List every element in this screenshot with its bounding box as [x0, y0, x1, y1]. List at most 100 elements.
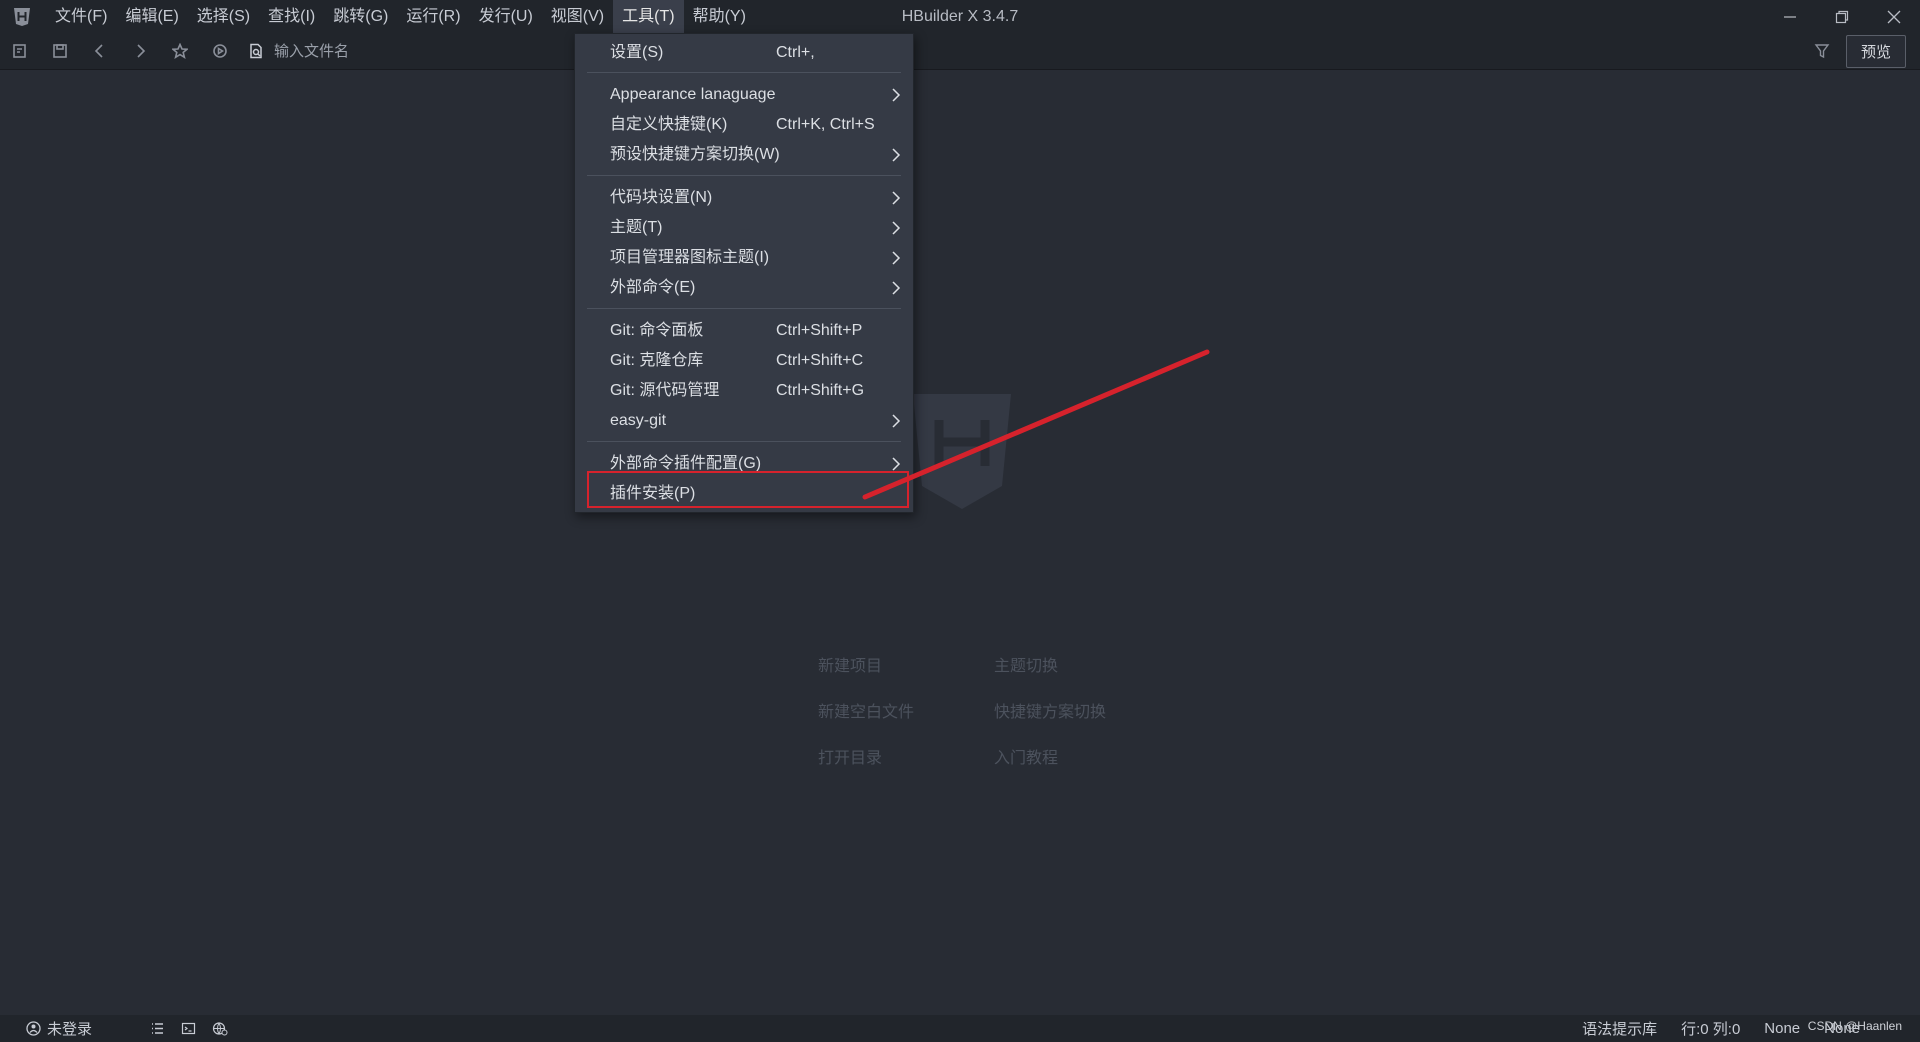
menu-item-snippets[interactable]: 代码块设置(N) — [575, 183, 913, 213]
chevron-right-icon — [892, 457, 901, 471]
menu-item-label: Appearance lanaguage — [610, 86, 776, 103]
menu-item-label: 项目管理器图标主题(I) — [610, 249, 770, 266]
user-icon — [26, 1021, 41, 1036]
menu-item-appearance-language[interactable]: Appearance lanaguage — [575, 80, 913, 110]
menu-separator — [587, 441, 901, 442]
menu-item-install-plugin[interactable]: 插件安装(P) — [575, 479, 913, 509]
welcome-links: 新建项目 主题切换 新建空白文件 快捷键方案切换 打开目录 入门教程 — [818, 654, 1154, 772]
menu-item-label: Git: 克隆仓库 — [610, 352, 704, 369]
title-bar: 文件(F) 编辑(E) 选择(S) 查找(I) 跳转(G) 运行(R) 发行(U… — [0, 0, 1920, 33]
restore-icon — [1835, 10, 1849, 23]
minimize-button[interactable] — [1764, 0, 1816, 33]
star-icon — [172, 43, 188, 59]
menu-help[interactable]: 帮助(Y) — [684, 0, 755, 33]
menu-tools[interactable]: 工具(T) — [613, 0, 684, 33]
syntax-library[interactable]: 语法提示库 — [1582, 1018, 1657, 1039]
restore-button[interactable] — [1816, 0, 1868, 33]
menu-item-icon-theme[interactable]: 项目管理器图标主题(I) — [575, 243, 913, 273]
menu-publish[interactable]: 发行(U) — [470, 0, 542, 33]
menu-edit[interactable]: 编辑(E) — [116, 0, 187, 33]
chevron-right-icon — [892, 221, 901, 235]
editor-area: 新建项目 主题切换 新建空白文件 快捷键方案切换 打开目录 入门教程 — [0, 70, 1920, 1015]
file-search-icon — [250, 43, 262, 59]
new-file-icon — [13, 44, 26, 58]
menu-item-git-command-palette[interactable]: Git: 命令面板 Ctrl+Shift+P — [575, 316, 913, 346]
menu-item-label: 外部命令插件配置(G) — [610, 455, 762, 472]
menu-item-external-plugin-config[interactable]: 外部命令插件配置(G) — [575, 449, 913, 479]
chevron-right-icon — [137, 44, 146, 58]
chevron-right-icon — [892, 414, 901, 428]
forward-button[interactable] — [120, 33, 160, 69]
window-controls — [1764, 0, 1920, 33]
menu-find[interactable]: 查找(I) — [259, 0, 324, 33]
save-button[interactable] — [40, 33, 80, 69]
chevron-right-icon — [892, 191, 901, 205]
terminal-icon[interactable] — [181, 1021, 196, 1036]
menu-run[interactable]: 运行(R) — [397, 0, 469, 33]
encoding-indicator[interactable]: None — [1764, 1020, 1800, 1037]
welcome-tutorial[interactable]: 入门教程 — [994, 746, 1154, 772]
welcome-new-blank-file[interactable]: 新建空白文件 — [818, 700, 994, 726]
filter-icon[interactable] — [1814, 43, 1830, 59]
menu-bar: 文件(F) 编辑(E) 选择(S) 查找(I) 跳转(G) 运行(R) 发行(U… — [46, 0, 755, 33]
menu-view[interactable]: 视图(V) — [542, 0, 613, 33]
file-search — [248, 41, 536, 61]
menu-select[interactable]: 选择(S) — [188, 0, 259, 33]
menu-item-label: 主题(T) — [610, 219, 663, 236]
cursor-position[interactable]: 行:0 列:0 — [1681, 1018, 1740, 1039]
preview-button[interactable]: 预览 — [1845, 34, 1906, 68]
minimize-icon — [1784, 15, 1796, 18]
menu-item-label: 预设快捷键方案切换(W) — [610, 146, 780, 163]
run-button[interactable] — [200, 33, 240, 69]
menu-item-easy-git[interactable]: easy-git — [575, 406, 913, 436]
menu-separator — [587, 175, 901, 176]
status-bar: 未登录 语法提示库 行:0 列:0 None None CSDN @Haanle… — [0, 1015, 1920, 1042]
menu-item-custom-keybindings[interactable]: 自定义快捷键(K) Ctrl+K, Ctrl+S — [575, 110, 913, 140]
menu-item-shortcut: Ctrl+, — [776, 44, 815, 61]
menu-item-label: Git: 源代码管理 — [610, 382, 720, 399]
toolbar-right: 预览 — [1814, 33, 1906, 69]
menu-item-shortcut: Ctrl+Shift+C — [776, 352, 864, 369]
welcome-keymap-switch[interactable]: 快捷键方案切换 — [994, 700, 1154, 726]
menu-file[interactable]: 文件(F) — [46, 0, 116, 33]
menu-item-label: 设置(S) — [610, 44, 664, 61]
chevron-left-icon — [94, 44, 103, 58]
menu-goto[interactable]: 跳转(G) — [324, 0, 397, 33]
menu-item-label: 外部命令(E) — [610, 279, 696, 296]
menu-item-label: 代码块设置(N) — [610, 189, 713, 206]
play-circle-icon — [213, 44, 227, 58]
list-icon[interactable] — [150, 1021, 165, 1036]
save-icon — [53, 44, 67, 58]
chevron-right-icon — [892, 281, 901, 295]
menu-item-git-clone[interactable]: Git: 克隆仓库 Ctrl+Shift+C — [575, 346, 913, 376]
menu-item-label: 自定义快捷键(K) — [610, 116, 728, 133]
menu-item-label: easy-git — [610, 412, 667, 429]
menu-item-keymap-preset[interactable]: 预设快捷键方案切换(W) — [575, 140, 913, 170]
chevron-right-icon — [892, 251, 901, 265]
favorite-button[interactable] — [160, 33, 200, 69]
back-button[interactable] — [80, 33, 120, 69]
toolbar: 预览 — [0, 33, 1920, 70]
status-icons — [150, 1021, 228, 1036]
close-button[interactable] — [1868, 0, 1920, 33]
csdn-watermark: CSDN @Haanlen — [1807, 1019, 1902, 1033]
chevron-right-icon — [892, 148, 901, 162]
menu-item-shortcut: Ctrl+Shift+P — [776, 322, 863, 339]
menu-item-settings[interactable]: 设置(S) Ctrl+, — [575, 38, 913, 68]
welcome-open-folder[interactable]: 打开目录 — [818, 746, 994, 772]
menu-item-shortcut: Ctrl+K, Ctrl+S — [776, 116, 875, 133]
tools-menu: 设置(S) Ctrl+, Appearance lanaguage 自定义快捷键… — [574, 33, 914, 513]
hbuilder-logo-icon — [10, 5, 34, 29]
chevron-right-icon — [892, 88, 901, 102]
menu-item-git-source-control[interactable]: Git: 源代码管理 Ctrl+Shift+G — [575, 376, 913, 406]
menu-item-external-commands[interactable]: 外部命令(E) — [575, 273, 913, 303]
welcome-theme-switch[interactable]: 主题切换 — [994, 654, 1154, 680]
web-preview-icon[interactable] — [212, 1021, 228, 1036]
close-icon — [1887, 10, 1901, 23]
file-search-input[interactable] — [272, 41, 536, 61]
menu-separator — [587, 72, 901, 73]
new-file-button[interactable] — [0, 33, 40, 69]
welcome-new-project[interactable]: 新建项目 — [818, 654, 994, 680]
login-status[interactable]: 未登录 — [26, 1018, 92, 1039]
menu-item-theme[interactable]: 主题(T) — [575, 213, 913, 243]
